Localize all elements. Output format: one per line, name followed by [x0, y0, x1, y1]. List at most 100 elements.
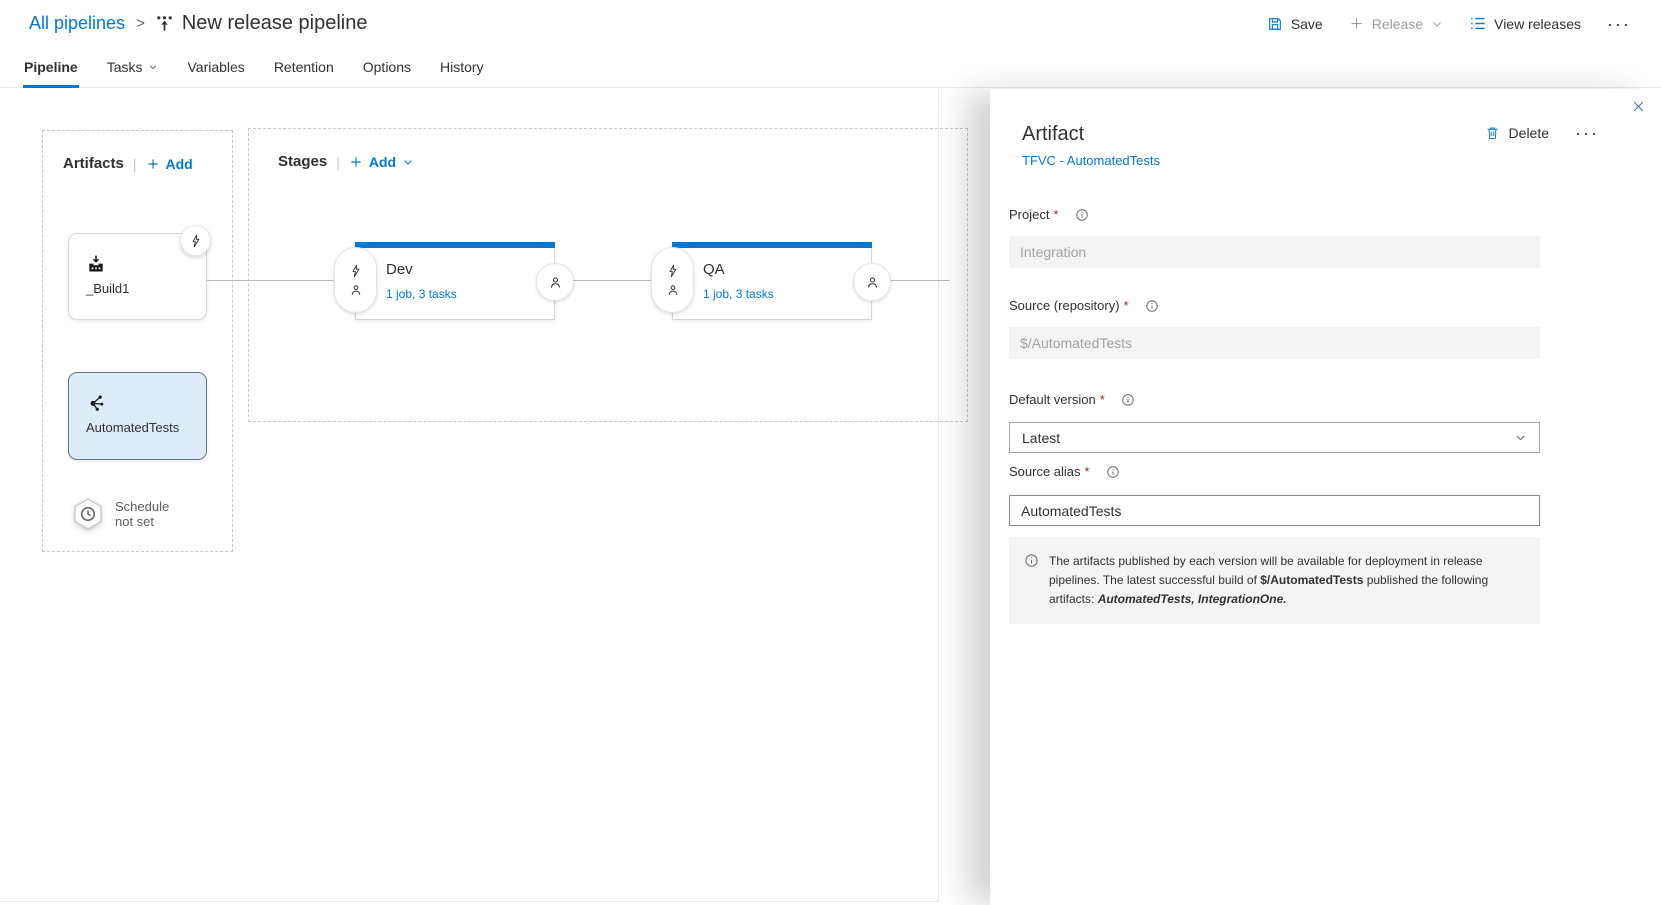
release-button[interactable]: Release	[1349, 16, 1443, 32]
build-artifact-icon	[86, 254, 206, 274]
release-pipeline-editor: { "header": { "breadcrumb": "All pipelin…	[0, 0, 1661, 905]
lightning-icon	[189, 234, 203, 248]
chevron-down-icon	[402, 156, 414, 168]
list-icon	[1469, 15, 1486, 32]
stages-panel-header: Stages | Add	[278, 153, 414, 170]
artifact-card-automatedtests[interactable]: AutomatedTests	[68, 372, 207, 460]
delete-label: Delete	[1509, 125, 1549, 141]
close-icon	[1631, 99, 1646, 114]
tab-bar: Pipeline Tasks Variables Retention Optio…	[0, 47, 1661, 88]
connector-build1-to-dev	[207, 280, 337, 281]
stage-jobs-tasks-link[interactable]: 1 job, 3 tasks	[703, 287, 774, 301]
post-deployment-conditions-button[interactable]	[536, 263, 574, 301]
info-note-text: The artifacts published by each version …	[1049, 552, 1518, 609]
save-icon	[1267, 16, 1283, 32]
tab-history[interactable]: History	[439, 47, 485, 87]
lightning-icon	[349, 264, 363, 278]
person-icon	[865, 275, 880, 290]
chevron-down-icon	[1431, 18, 1443, 30]
connector-dev-to-qa	[572, 280, 653, 281]
chevron-down-icon	[148, 62, 158, 72]
view-releases-button[interactable]: View releases	[1469, 15, 1581, 32]
stage-name: QA	[703, 261, 871, 278]
info-icon[interactable]	[1145, 299, 1159, 313]
info-icon[interactable]	[1121, 393, 1135, 407]
tab-options[interactable]: Options	[362, 47, 412, 87]
plus-icon	[1349, 16, 1364, 31]
person-icon	[666, 283, 680, 297]
tab-pipeline[interactable]: Pipeline	[23, 47, 79, 87]
breadcrumb: All pipelines > New release pipeline	[29, 12, 368, 35]
pre-deployment-conditions-button[interactable]	[334, 247, 377, 313]
tab-variables[interactable]: Variables	[186, 47, 245, 87]
trash-icon	[1485, 125, 1500, 141]
delete-artifact-button[interactable]: Delete	[1485, 125, 1549, 141]
connector-qa-out	[889, 280, 950, 281]
page-title: New release pipeline	[182, 12, 368, 35]
info-icon	[1024, 553, 1039, 609]
release-label: Release	[1372, 16, 1423, 32]
artifact-info-note: The artifacts published by each version …	[1009, 537, 1540, 624]
divider: |	[133, 156, 137, 172]
panel-more-button[interactable]: ···	[1575, 128, 1599, 138]
default-version-field-label: Default version *	[1009, 392, 1540, 407]
source-alias-input[interactable]	[1009, 495, 1540, 526]
artifact-name: AutomatedTests	[86, 420, 206, 435]
schedule-clock-icon	[71, 497, 105, 531]
source-repository-field-label: Source (repository) *	[1009, 298, 1540, 313]
add-artifact-button[interactable]: Add	[146, 156, 193, 172]
artifact-form: Project * Integration Source (repository…	[990, 207, 1540, 624]
stage-card-dev[interactable]: Dev 1 job, 3 tasks	[355, 242, 555, 320]
info-icon[interactable]	[1106, 465, 1120, 479]
tab-retention[interactable]: Retention	[273, 47, 335, 87]
pipeline-canvas: Artifacts | Add Stages | Add	[0, 89, 1661, 905]
info-icon[interactable]	[1075, 208, 1089, 222]
artifacts-title: Artifacts	[63, 155, 124, 172]
plus-icon	[349, 155, 363, 169]
stage-name: Dev	[386, 261, 554, 278]
project-input: Integration	[1009, 236, 1540, 268]
artifacts-panel-header: Artifacts | Add	[63, 155, 193, 172]
breadcrumb-all-pipelines-link[interactable]: All pipelines	[29, 13, 125, 34]
divider: |	[336, 154, 340, 170]
top-header: All pipelines > New release pipeline Sav…	[0, 0, 1661, 47]
schedule-button[interactable]: Schedule not set	[71, 497, 169, 531]
pre-deployment-conditions-button[interactable]	[651, 247, 694, 313]
schedule-label: Schedule not set	[115, 499, 169, 529]
tab-tasks[interactable]: Tasks	[106, 47, 160, 87]
view-releases-label: View releases	[1494, 16, 1581, 32]
save-button[interactable]: Save	[1267, 16, 1323, 32]
continuous-deployment-trigger-button[interactable]	[180, 225, 211, 256]
page-title-wrap: New release pipeline	[156, 12, 368, 35]
artifact-name: _Build1	[86, 281, 206, 296]
post-deployment-conditions-button[interactable]	[853, 263, 891, 301]
save-label: Save	[1291, 16, 1323, 32]
lightning-icon	[666, 264, 680, 278]
chevron-down-icon	[1514, 431, 1527, 444]
source-repository-input: $/AutomatedTests	[1009, 327, 1540, 359]
source-alias-field-label: Source alias *	[1009, 464, 1540, 479]
stage-card-qa[interactable]: QA 1 job, 3 tasks	[672, 242, 872, 320]
add-stage-button[interactable]: Add	[349, 154, 414, 170]
release-pipeline-icon	[156, 15, 173, 32]
artifact-card-build1[interactable]: _Build1	[68, 233, 207, 320]
artifact-source-link[interactable]: TFVC - AutomatedTests	[1022, 153, 1160, 168]
stage-top-bar	[672, 242, 872, 248]
project-field-label: Project *	[1009, 207, 1540, 222]
more-actions-button[interactable]: ···	[1607, 19, 1631, 29]
stage-top-bar	[355, 242, 555, 248]
default-version-dropdown[interactable]: Latest	[1009, 422, 1540, 453]
breadcrumb-separator: >	[136, 15, 145, 32]
canvas-bottom-edge	[0, 901, 938, 902]
panel-actions: Delete ···	[1485, 125, 1599, 141]
header-actions: Save Release View releases ···	[1267, 15, 1631, 32]
artifact-properties-panel: Artifact TFVC - AutomatedTests Delete ··…	[990, 89, 1661, 905]
artifacts-panel: Artifacts | Add	[42, 130, 233, 552]
plus-icon	[146, 157, 160, 171]
tfvc-artifact-icon	[86, 393, 206, 413]
person-icon	[349, 283, 363, 297]
person-icon	[548, 275, 563, 290]
stages-title: Stages	[278, 153, 327, 170]
close-panel-button[interactable]	[1629, 97, 1648, 116]
stage-jobs-tasks-link[interactable]: 1 job, 3 tasks	[386, 287, 457, 301]
